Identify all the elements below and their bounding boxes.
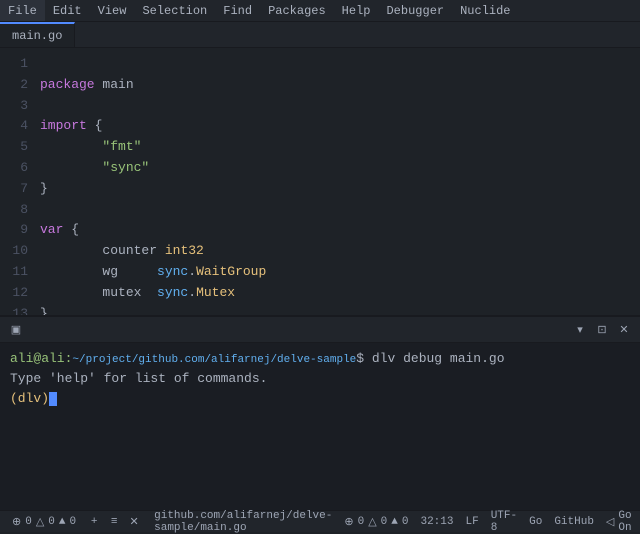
- go-on-text: Go On: [618, 510, 631, 534]
- error-count: 0: [25, 516, 32, 528]
- status-actions: + ≡ ✕: [82, 514, 146, 530]
- code-line-1: package main: [40, 77, 134, 92]
- critical-count: 0: [70, 516, 77, 528]
- menu-nuclide[interactable]: Nuclide: [452, 0, 518, 21]
- status-encoding: UTF-8: [487, 510, 521, 534]
- code-line-4: "fmt": [40, 139, 141, 154]
- terminal-user: ali@ali:: [10, 351, 72, 366]
- line-num: 1: [6, 54, 28, 75]
- tab-label: main.go: [12, 29, 62, 43]
- menu-edit[interactable]: Edit: [45, 0, 90, 21]
- code-line-10: wg sync.WaitGroup: [40, 264, 266, 279]
- lf-text: LF: [466, 516, 479, 528]
- code-line-5: "sync": [40, 160, 149, 175]
- r-c-count: 0: [402, 516, 409, 528]
- terminal-output-text: Type 'help' for list of commands.: [10, 371, 267, 386]
- menu-selection[interactable]: Selection: [134, 0, 215, 21]
- go-on-icon: ◁: [606, 515, 614, 529]
- code-line-6: }: [40, 181, 48, 196]
- line-num: 3: [6, 96, 28, 117]
- terminal-prompt-line: ali@ali:~/project/github.com/alifarnej/d…: [10, 349, 630, 369]
- time-text: 32:13: [420, 516, 453, 528]
- terminal-output-1: Type 'help' for list of commands.: [10, 369, 630, 389]
- github-text: GitHub: [554, 516, 594, 528]
- line-num: 11: [6, 262, 28, 283]
- encoding-text: UTF-8: [491, 510, 517, 534]
- line-num: 13: [6, 304, 28, 315]
- terminal-symbol: ▣: [11, 323, 21, 337]
- terminal-output-2: (dlv): [10, 389, 630, 409]
- filepath-text: github.com/alifarnej/delve-sample/main.g…: [154, 510, 332, 534]
- r-w-count: 0: [381, 516, 388, 528]
- r-warn-icon: △: [368, 515, 376, 529]
- code-line-9: counter int32: [40, 243, 204, 258]
- terminal-host: ~/project/github.com/alifarnej/delve-sam…: [72, 354, 356, 366]
- scrollbar[interactable]: [630, 48, 640, 315]
- menu-view[interactable]: View: [90, 0, 135, 21]
- status-filepath: github.com/alifarnej/delve-sample/main.g…: [150, 510, 336, 534]
- code-line-8: var {: [40, 222, 79, 237]
- status-time: 32:13: [416, 516, 457, 528]
- line-numbers: 1 2 3 4 5 6 7 8 9 10 11 12 13 14 15 16 1…: [0, 48, 36, 315]
- r-e-count: 0: [358, 516, 365, 528]
- terminal-expand-btn[interactable]: ⊡: [594, 322, 610, 338]
- line-num: 12: [6, 283, 28, 304]
- status-github: GitHub: [550, 516, 598, 528]
- status-lf: LF: [462, 516, 483, 528]
- line-num: 4: [6, 116, 28, 137]
- status-right-errors: ⊕ 0 △ 0 ▲ 0: [340, 515, 412, 529]
- terminal-toolbar-left: ▣: [8, 322, 24, 338]
- status-errors: ⊕ 0 △ 0 ▲ 0: [8, 515, 80, 529]
- menu-debugger[interactable]: Debugger: [378, 0, 452, 21]
- status-bar: ⊕ 0 △ 0 ▲ 0 + ≡ ✕ github.com/alifarnej/d…: [0, 510, 640, 532]
- line-num: 10: [6, 241, 28, 262]
- code-line-11: mutex sync.Mutex: [40, 285, 235, 300]
- tab-main-go[interactable]: main.go: [0, 22, 75, 47]
- line-num: 9: [6, 220, 28, 241]
- terminal-toolbar: ▣ ▾ ⊡ ✕: [0, 317, 640, 343]
- status-go: Go: [525, 516, 546, 528]
- terminal-cursor: [49, 392, 57, 406]
- line-num: 8: [6, 200, 28, 221]
- r-add-icon: ⊕: [344, 515, 353, 529]
- status-menu-btn[interactable]: ≡: [106, 514, 122, 530]
- line-num: 5: [6, 137, 28, 158]
- line-num: 6: [6, 158, 28, 179]
- code-editor[interactable]: package main import { "fmt" "sync" } var…: [36, 48, 630, 315]
- menu-file[interactable]: File: [0, 0, 45, 21]
- terminal-prompt: $: [356, 351, 364, 366]
- add-icon: ⊕: [12, 515, 21, 529]
- warning-count: 0: [48, 516, 55, 528]
- menu-packages[interactable]: Packages: [260, 0, 334, 21]
- warning-icon: △: [36, 515, 44, 529]
- status-close-btn[interactable]: ✕: [126, 514, 142, 530]
- terminal-icon: ▣: [8, 322, 24, 338]
- go-text: Go: [529, 516, 542, 528]
- menu-bar: File Edit View Selection Find Packages H…: [0, 0, 640, 22]
- code-line-3: import {: [40, 118, 102, 133]
- terminal-panel: ▣ ▾ ⊡ ✕ ali@ali:~/project/github.com/ali…: [0, 315, 640, 510]
- r-err-icon: ▲: [391, 516, 398, 528]
- terminal-minimize-btn[interactable]: ▾: [572, 322, 588, 338]
- terminal-toolbar-right: ▾ ⊡ ✕: [572, 322, 632, 338]
- tab-bar: main.go: [0, 22, 640, 48]
- menu-help[interactable]: Help: [334, 0, 379, 21]
- menu-find[interactable]: Find: [215, 0, 260, 21]
- terminal-content[interactable]: ali@ali:~/project/github.com/alifarnej/d…: [0, 343, 640, 510]
- status-add-btn[interactable]: +: [86, 514, 102, 530]
- error-icon: ▲: [59, 516, 66, 528]
- terminal-close-btn[interactable]: ✕: [616, 322, 632, 338]
- editor-area: 1 2 3 4 5 6 7 8 9 10 11 12 13 14 15 16 1…: [0, 48, 640, 315]
- line-num: 7: [6, 179, 28, 200]
- terminal-command: dlv debug main.go: [364, 351, 504, 366]
- status-go-on: ◁ Go On: [602, 510, 636, 534]
- code-line-12: }: [40, 306, 48, 315]
- line-num: 2: [6, 75, 28, 96]
- terminal-dlv-prompt: (dlv): [10, 391, 49, 406]
